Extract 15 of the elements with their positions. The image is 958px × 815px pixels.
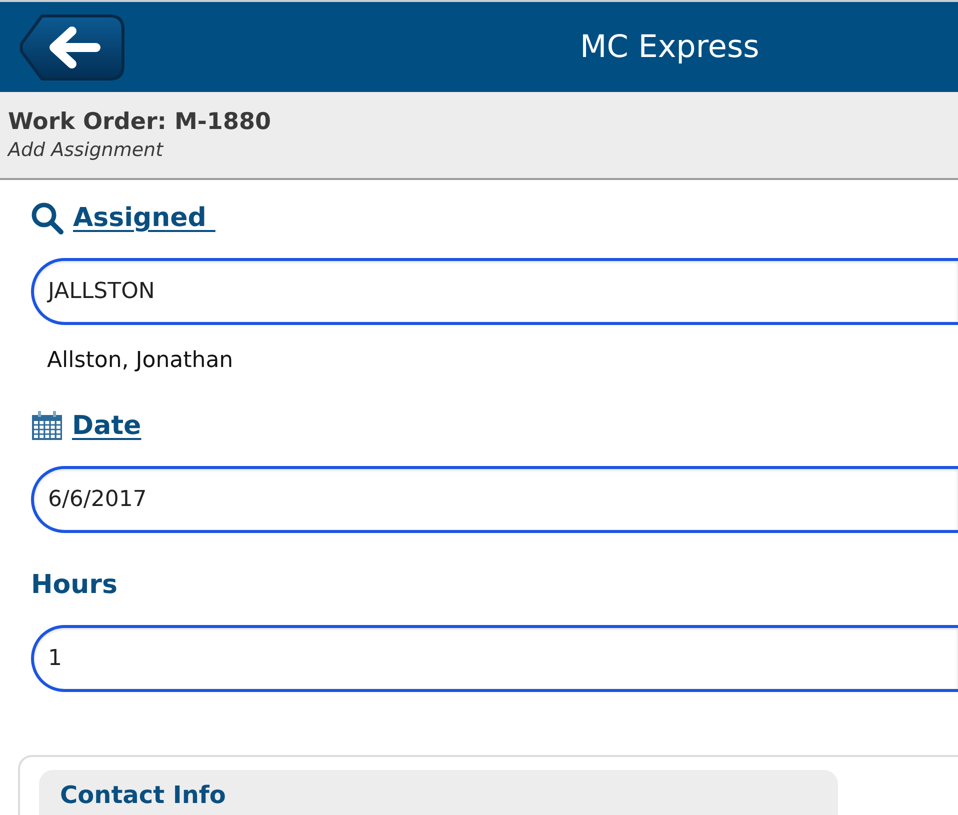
input-field[interactable]: 1 xyxy=(31,625,958,692)
field-label: Hours xyxy=(31,570,118,600)
back-arrow-icon xyxy=(50,26,100,68)
calendar-icon xyxy=(31,411,63,441)
field-label-link[interactable]: Date xyxy=(72,411,142,441)
page-subtitle: Add Assignment xyxy=(8,139,164,161)
input-field[interactable]: JALLSTON xyxy=(31,258,958,325)
search-icon xyxy=(31,202,64,234)
section-title: Contact Info xyxy=(60,781,226,809)
work-order-title: Work Order: M-1880 xyxy=(8,109,271,135)
back-button[interactable] xyxy=(20,14,125,80)
field-description: Allston, Jonathan xyxy=(47,348,234,374)
input-field[interactable]: 6/6/2017 xyxy=(31,466,958,533)
field-label-link[interactable]: Assigned xyxy=(73,203,216,233)
app-title: MC Express xyxy=(580,29,760,65)
